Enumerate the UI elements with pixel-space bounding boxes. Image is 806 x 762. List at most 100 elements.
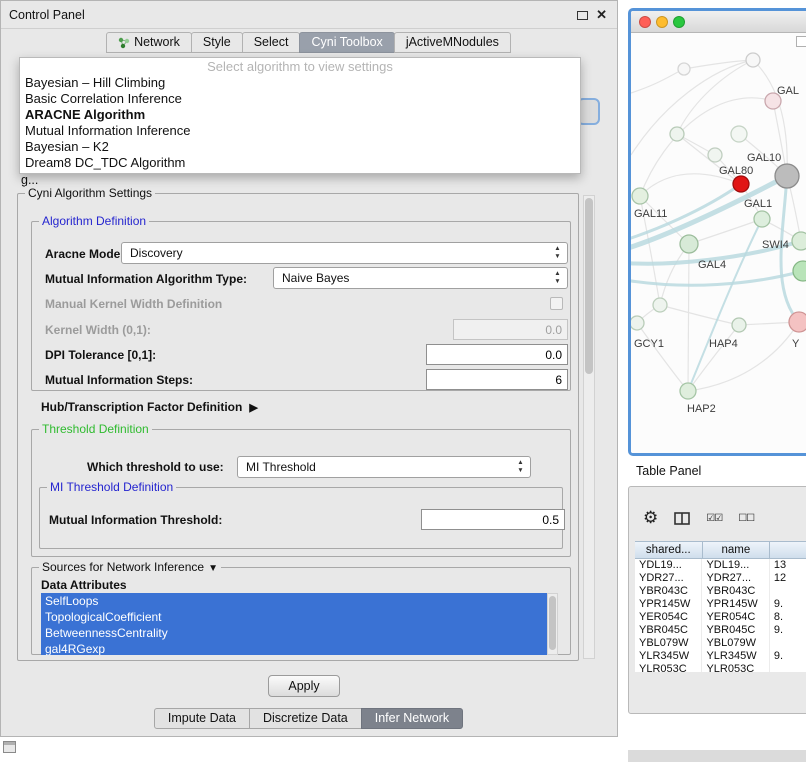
column-header[interactable]: name (702, 541, 771, 559)
mac-close-button[interactable] (639, 16, 651, 28)
mi-steps-input[interactable] (426, 369, 568, 390)
network-edge-highlight (631, 271, 803, 285)
network-window-titlebar[interactable] (631, 11, 806, 33)
network-node[interactable] (789, 312, 806, 332)
algorithm-option-basic-correlation-inference[interactable]: Basic Correlation Inference (20, 91, 580, 107)
network-node[interactable] (731, 126, 747, 142)
algorithm-dropdown-popup: Select algorithm to view settings Bayesi… (19, 57, 581, 174)
mi-algorithm-type-label: Mutual Information Algorithm Type: (45, 272, 247, 286)
table-row[interactable]: YER054CYER054C8. (635, 611, 806, 624)
network-edge (688, 244, 689, 391)
network-node[interactable] (680, 235, 698, 253)
mi-threshold-input[interactable] (421, 509, 565, 530)
table-row[interactable]: YLR053CYLR053C (635, 663, 806, 672)
network-node[interactable] (793, 261, 806, 281)
select-all-icon[interactable]: ☑☑ (706, 513, 722, 524)
panel-corner-icon[interactable] (3, 741, 16, 753)
network-node[interactable] (792, 232, 806, 250)
settings-scrollbar-thumb[interactable] (585, 198, 593, 374)
list-scrollbar-thumb[interactable] (549, 596, 556, 650)
table-row[interactable]: YDR27...YDR27...12 (635, 572, 806, 585)
combo-stepper-icon: ▲▼ (551, 270, 564, 286)
table-row[interactable]: YLR345WYLR345W9. (635, 650, 806, 663)
tab-select[interactable]: Select (242, 32, 301, 53)
network-edge (660, 305, 739, 325)
which-threshold-combobox[interactable]: MI Threshold ▲▼ (237, 456, 531, 478)
network-node[interactable] (754, 211, 770, 227)
list-scrollbar[interactable] (547, 593, 558, 655)
mi-steps-label: Mutual Information Steps: (45, 373, 193, 387)
network-node[interactable] (775, 164, 799, 188)
bottom-gray-strip (628, 750, 806, 762)
tab-cyni-toolbox[interactable]: Cyni Toolbox (299, 32, 394, 53)
window-title: Control Panel (9, 8, 85, 22)
canvas-corner-widget[interactable] (796, 36, 806, 47)
algorithm-option-mutual-information-inference[interactable]: Mutual Information Inference (20, 123, 580, 139)
algorithm-option-bayesian-hill-climbing[interactable]: Bayesian – Hill Climbing (20, 75, 580, 91)
network-node[interactable] (680, 383, 696, 399)
network-node-label: GAL1 (744, 198, 772, 210)
algorithm-option-aracne-algorithm[interactable]: ARACNE Algorithm (20, 107, 580, 123)
deselect-all-icon[interactable]: ☐☐ (738, 513, 754, 524)
bottom-tab-infer-network[interactable]: Infer Network (361, 708, 463, 729)
which-threshold-label: Which threshold to use: (87, 460, 224, 474)
tab-style[interactable]: Style (191, 32, 243, 53)
network-node[interactable] (631, 316, 644, 330)
bottom-tab-bar: Impute DataDiscretize DataInfer Network (1, 708, 617, 729)
table-row[interactable]: YBR045CYBR045C9. (635, 624, 806, 637)
network-node[interactable] (708, 148, 722, 162)
algorithm-option-dream8-dc-tdc-algorithm[interactable]: Dream8 DC_TDC Algorithm (20, 155, 580, 171)
network-node[interactable] (653, 298, 667, 312)
tab-jactivemnodules[interactable]: jActiveMNodules (394, 32, 511, 53)
table-row[interactable]: YDL19...YDL19...13 (635, 559, 806, 572)
data-attribute-item-selfloops[interactable]: SelfLoops (41, 593, 547, 609)
network-node[interactable] (670, 127, 684, 141)
tab-network[interactable]: Network (106, 32, 192, 53)
mi-algorithm-type-combobox[interactable]: Naive Bayes ▲▼ (273, 267, 568, 289)
bottom-tab-discretize-data[interactable]: Discretize Data (249, 708, 362, 729)
float-window-icon[interactable] (577, 11, 588, 20)
algorithm-option-bayesian-k2[interactable]: Bayesian – K2 (20, 139, 580, 155)
top-tab-bar: NetworkStyleSelectCyni ToolboxjActiveMNo… (1, 32, 617, 53)
aracne-mode-combobox[interactable]: Discovery ▲▼ (121, 242, 568, 264)
table-row[interactable]: YPR145WYPR145W9. (635, 598, 806, 611)
kernel-width-label: Kernel Width (0,1): (45, 323, 151, 337)
column-header[interactable] (769, 541, 806, 559)
kernel-width-input[interactable] (453, 319, 568, 340)
network-node[interactable] (746, 53, 760, 67)
collapsed-arrow-icon: ▶ (249, 402, 257, 414)
network-node-label: GAL (777, 85, 799, 97)
network-node-label: GAL10 (747, 152, 781, 164)
apply-button[interactable]: Apply (268, 675, 340, 697)
columns-icon[interactable] (674, 512, 690, 525)
hub-transcription-factor-section[interactable]: Hub/Transcription Factor Definition▶ (41, 400, 258, 414)
column-header[interactable]: shared... (635, 541, 703, 559)
network-edge (637, 323, 688, 391)
network-node[interactable] (732, 318, 746, 332)
network-canvas[interactable]: GALGAL80GAL10GAL11GAL1SWI4GAL4GCY1HAP4YH… (631, 33, 806, 453)
network-node-label: GAL80 (719, 165, 753, 177)
mac-minimize-button[interactable] (656, 16, 668, 28)
data-attribute-item-betweennesscentrality[interactable]: BetweennessCentrality (41, 625, 547, 641)
mac-zoom-button[interactable] (673, 16, 685, 28)
sources-group-title[interactable]: Sources for Network Inference▼ (39, 560, 221, 574)
network-node[interactable] (733, 176, 749, 192)
network-node[interactable] (678, 63, 690, 75)
settings-scrollbar[interactable] (583, 195, 595, 659)
popup-placeholder: Select algorithm to view settings (20, 59, 580, 75)
table-panel-title: Table Panel (636, 464, 701, 478)
bottom-tab-impute-data[interactable]: Impute Data (154, 708, 250, 729)
network-node[interactable] (632, 188, 648, 204)
table-row[interactable]: YBL079WYBL079W (635, 637, 806, 650)
close-icon[interactable]: ✕ (596, 7, 607, 23)
mi-threshold-label: Mutual Information Threshold: (49, 513, 222, 527)
table-row[interactable]: YBR043CYBR043C (635, 585, 806, 598)
network-edge-highlight (688, 219, 762, 391)
data-attribute-item-gal4rgexp[interactable]: gal4RGexp (41, 641, 547, 655)
data-attribute-item-topologicalcoefficient[interactable]: TopologicalCoefficient (41, 609, 547, 625)
gear-icon[interactable]: ⚙ (643, 508, 658, 528)
manual-kernel-width-checkbox[interactable] (550, 297, 563, 310)
network-node-label: GCY1 (634, 338, 664, 350)
dpi-tolerance-label: DPI Tolerance [0,1]: (45, 348, 156, 362)
dpi-tolerance-input[interactable] (426, 344, 568, 365)
